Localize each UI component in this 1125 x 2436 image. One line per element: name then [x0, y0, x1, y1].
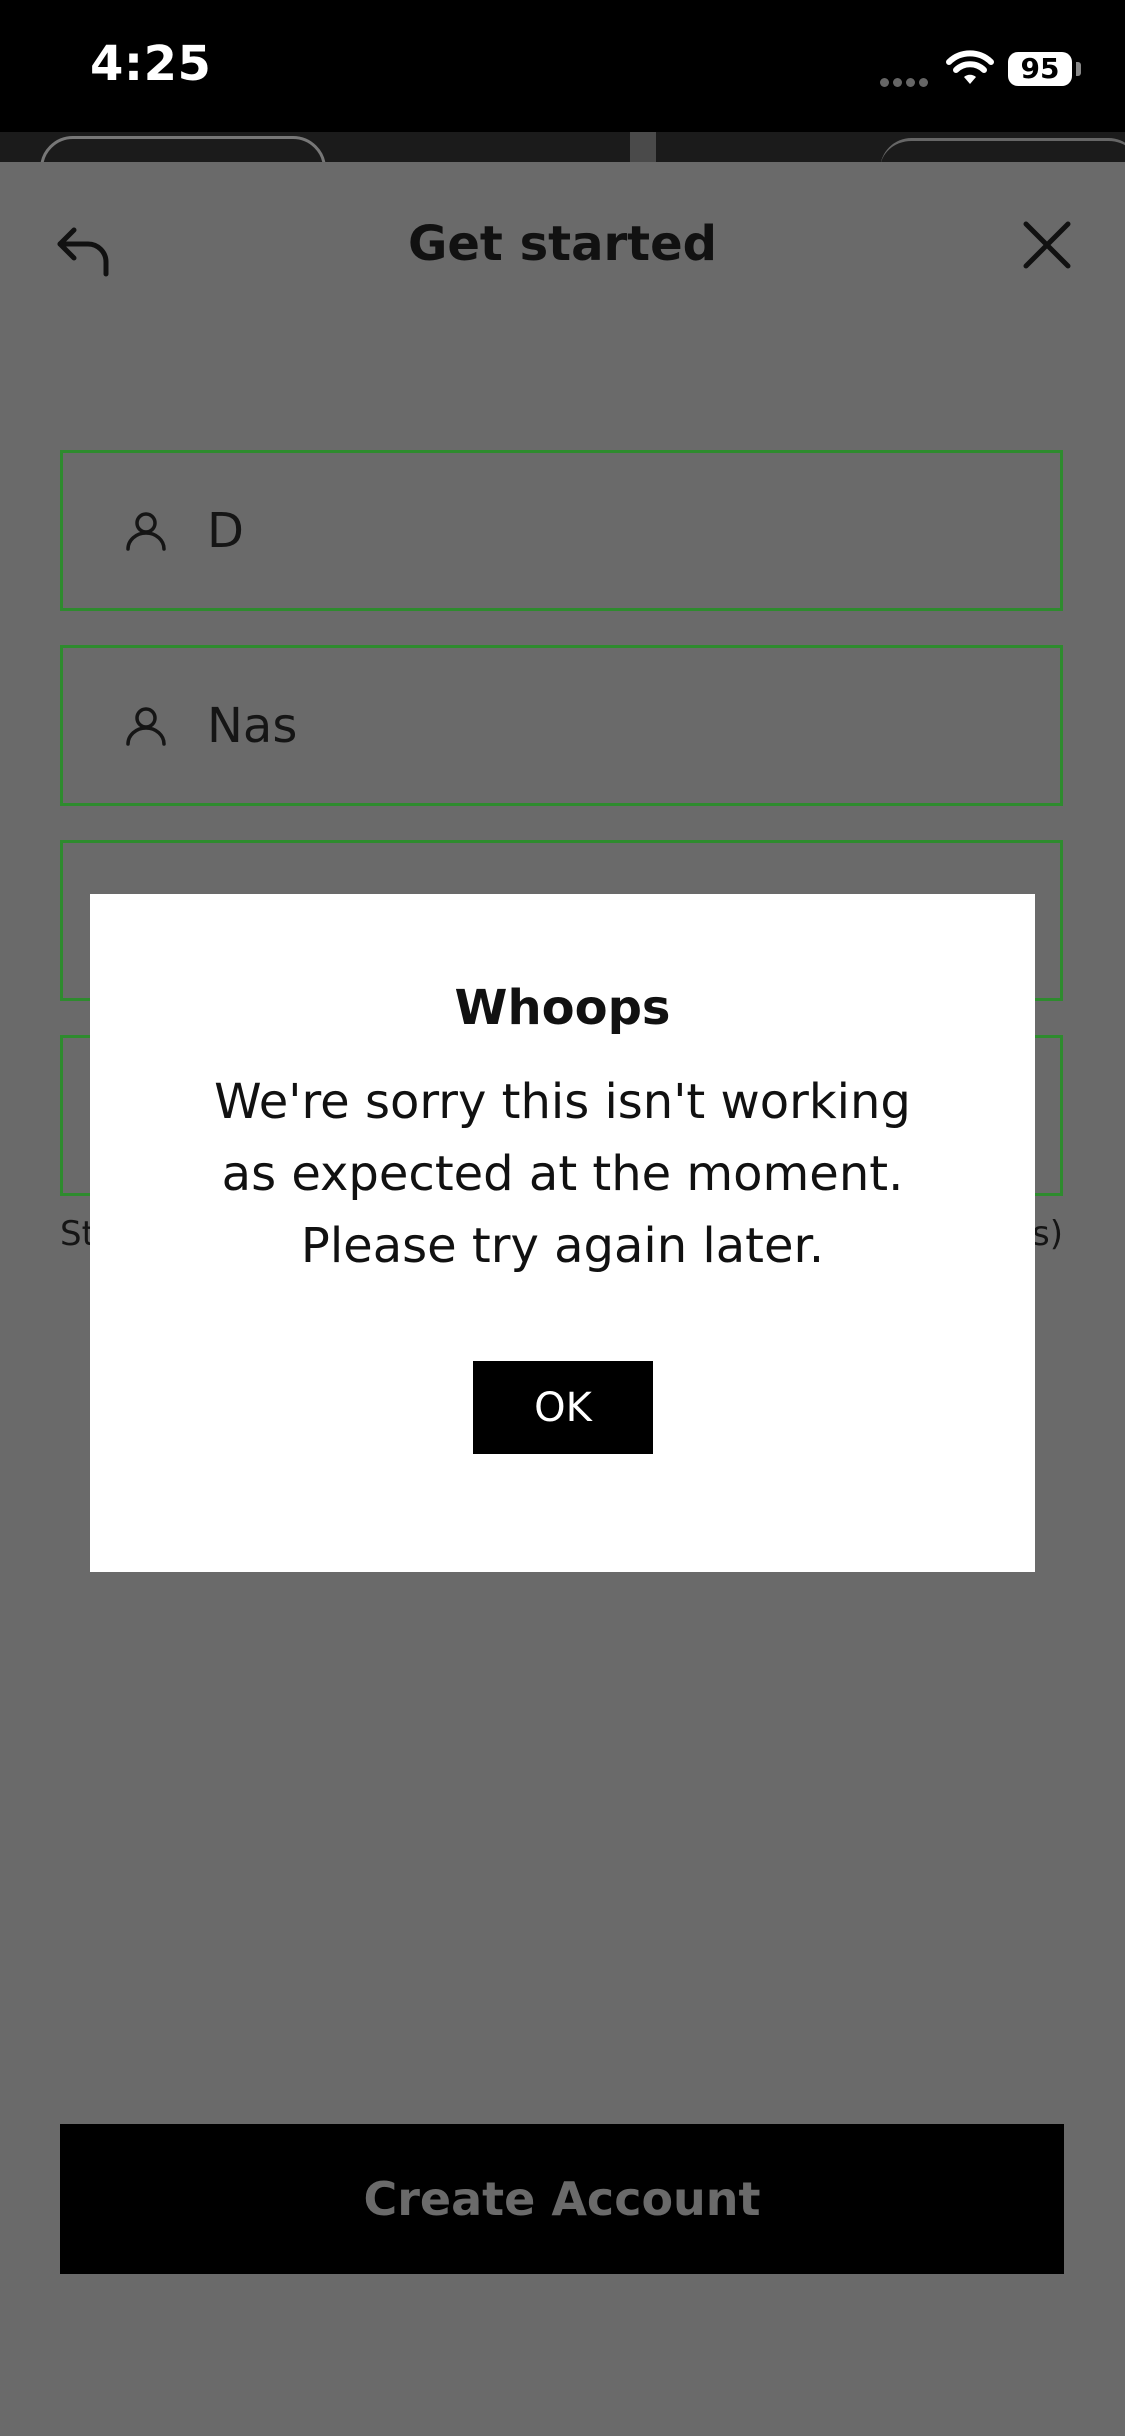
first-name-field[interactable]: D — [60, 450, 1063, 611]
wifi-icon — [946, 50, 994, 84]
create-account-button[interactable]: Create Account — [60, 2124, 1064, 2274]
signal-dots-icon — [880, 72, 936, 87]
ok-button[interactable]: OK — [473, 1361, 653, 1454]
hero-image-peek — [0, 132, 1125, 162]
last-name-field[interactable]: Nas — [60, 645, 1063, 806]
dialog-title: Whoops — [454, 980, 671, 1036]
first-name-value: D — [207, 503, 244, 559]
battery-cap — [1076, 62, 1081, 76]
dialog-message: We're sorry this isn't working as expect… — [214, 1074, 911, 1274]
close-icon[interactable] — [1022, 220, 1072, 270]
page-title: Get started — [407, 216, 718, 272]
battery-icon: 95 — [1008, 52, 1072, 86]
person-icon — [126, 707, 166, 746]
person-icon — [126, 512, 166, 551]
status-bar: 4:25 95 — [0, 0, 1125, 132]
status-time: 4:25 — [90, 36, 212, 92]
error-dialog: Whoops We're sorry this isn't working as… — [90, 894, 1035, 1572]
nav-bar: Get started — [0, 162, 1125, 332]
last-name-value: Nas — [207, 698, 298, 754]
